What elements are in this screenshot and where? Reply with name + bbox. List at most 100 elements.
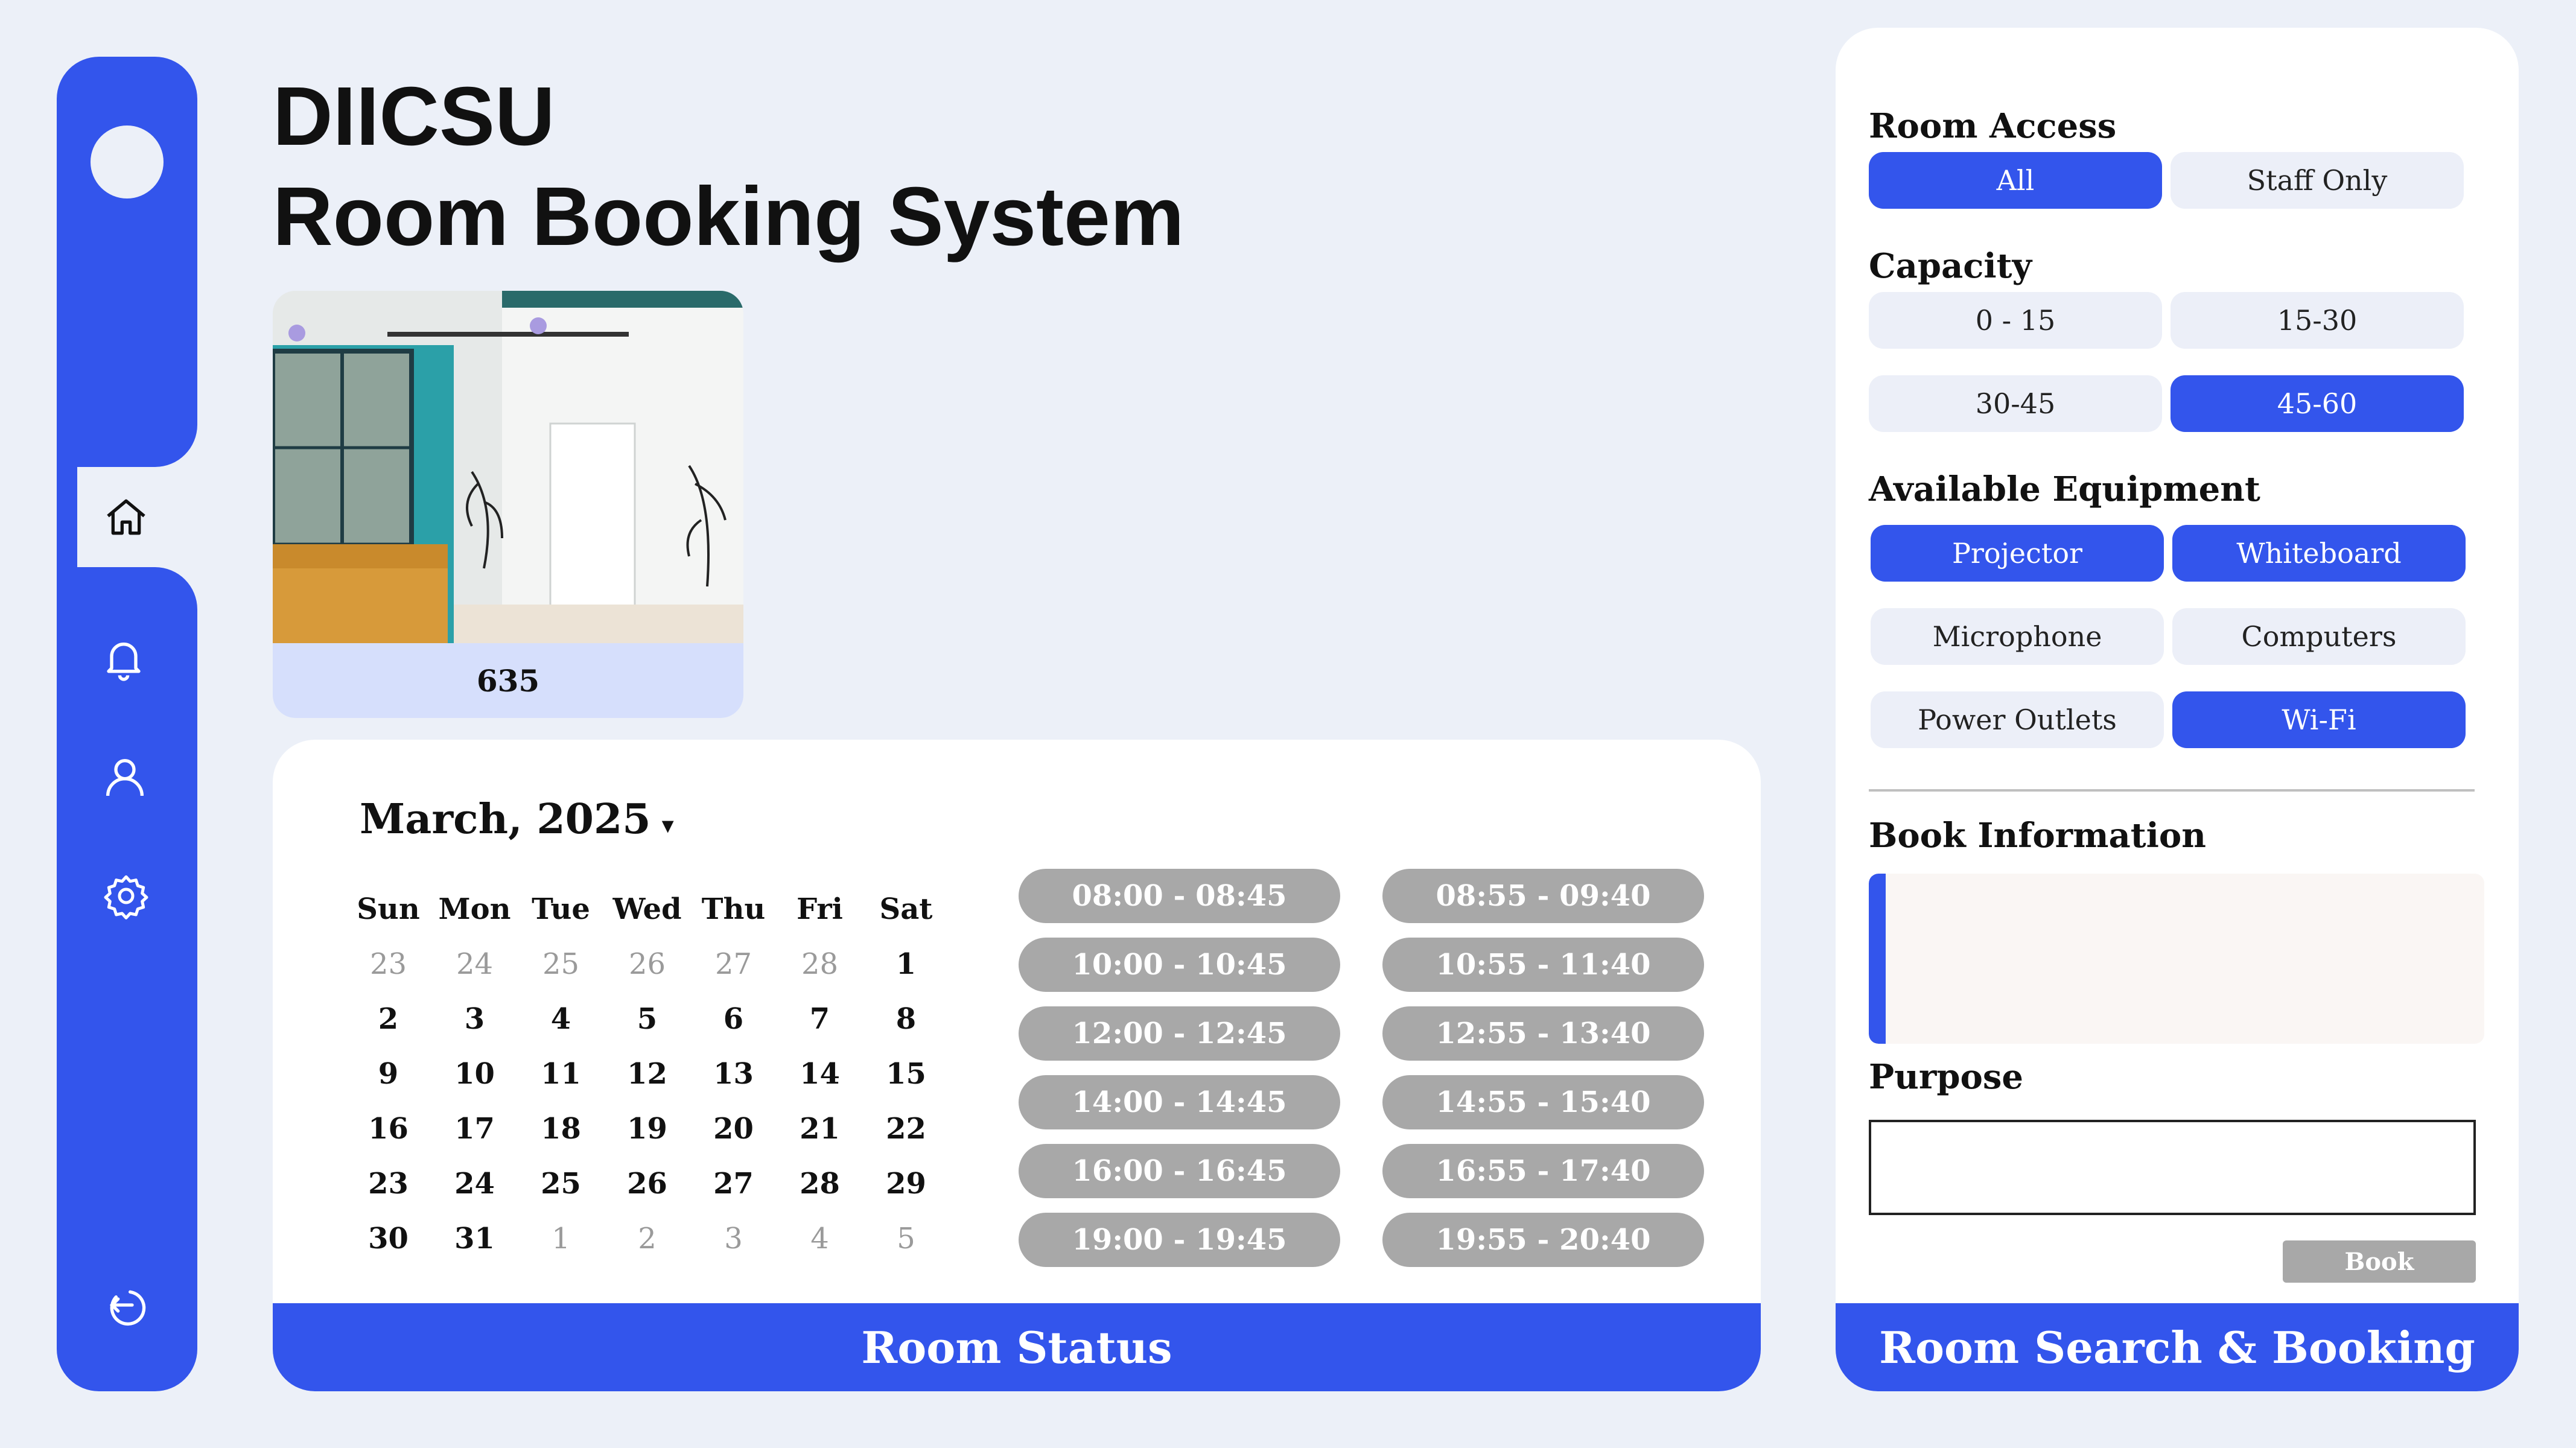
time-slot-button[interactable]: 10:55 - 11:40: [1382, 938, 1704, 992]
access-option[interactable]: Staff Only: [2171, 152, 2464, 209]
time-slot-button[interactable]: 08:00 - 08:45: [1019, 869, 1340, 923]
equipment-option-selected[interactable]: Whiteboard: [2172, 525, 2466, 582]
weekday-header: Sat: [879, 892, 933, 926]
calendar-day[interactable]: 20: [690, 1112, 777, 1146]
access-option-selected[interactable]: All: [1869, 152, 2162, 209]
room-photo: [273, 291, 743, 643]
calendar-week: 23 24 25 26 27 28 1: [345, 936, 949, 991]
calendar-day[interactable]: 14: [777, 1057, 863, 1091]
calendar-day[interactable]: 28: [777, 1167, 863, 1201]
calendar-day[interactable]: 3: [431, 1002, 518, 1036]
purpose-input[interactable]: [1869, 1120, 2476, 1215]
time-slot-button[interactable]: 12:55 - 13:40: [1382, 1006, 1704, 1061]
calendar-day-other-month[interactable]: 23: [345, 947, 431, 981]
calendar-day-other-month[interactable]: 1: [518, 1222, 604, 1256]
calendar-day[interactable]: 13: [690, 1057, 777, 1091]
time-slot-button[interactable]: 19:00 - 19:45: [1019, 1213, 1340, 1267]
equipment-option[interactable]: Microphone: [1871, 608, 2164, 665]
equipment-option-selected[interactable]: Wi-Fi: [2172, 691, 2466, 748]
equipment-option[interactable]: Power Outlets: [1871, 691, 2164, 748]
capacity-option[interactable]: 30-45: [1869, 375, 2162, 432]
calendar-day[interactable]: 31: [431, 1222, 518, 1256]
logout-icon[interactable]: [99, 1278, 153, 1332]
time-slot-button[interactable]: 12:00 - 12:45: [1019, 1006, 1340, 1061]
calendar-day[interactable]: 5: [604, 1002, 690, 1036]
page-title: DIICSU Room Booking System: [273, 66, 1185, 267]
time-slot-button[interactable]: 10:00 - 10:45: [1019, 938, 1340, 992]
room-card[interactable]: 635: [273, 291, 743, 718]
calendar-day[interactable]: 21: [777, 1112, 863, 1146]
chevron-down-icon: ▾: [661, 811, 674, 839]
calendar-day[interactable]: 9: [345, 1057, 431, 1091]
calendar-day[interactable]: 1: [863, 947, 949, 981]
calendar-day[interactable]: 27: [690, 1167, 777, 1201]
time-slot-button[interactable]: 19:55 - 20:40: [1382, 1213, 1704, 1267]
calendar-day-other-month[interactable]: 27: [690, 947, 777, 981]
home-icon[interactable]: [99, 490, 153, 544]
calendar-day[interactable]: 7: [777, 1002, 863, 1036]
calendar-day[interactable]: 23: [345, 1167, 431, 1201]
month-selector[interactable]: March, 2025 ▾: [360, 795, 674, 843]
equipment-option[interactable]: Computers: [2172, 608, 2466, 665]
calendar-day[interactable]: 16: [345, 1112, 431, 1146]
time-slot-button[interactable]: 16:55 - 17:40: [1382, 1144, 1704, 1198]
capacity-option[interactable]: 15-30: [2171, 292, 2464, 349]
sidebar-top: [57, 57, 197, 467]
calendar-day-other-month[interactable]: 4: [777, 1222, 863, 1256]
month-label: March, 2025: [360, 795, 651, 843]
calendar-day[interactable]: 17: [431, 1112, 518, 1146]
book-information-accent: [1869, 874, 1886, 1044]
calendar-day[interactable]: 26: [604, 1167, 690, 1201]
calendar-day[interactable]: 24: [431, 1167, 518, 1201]
bell-icon[interactable]: [97, 631, 151, 685]
calendar-day[interactable]: 6: [690, 1002, 777, 1036]
calendar-day[interactable]: 8: [863, 1002, 949, 1036]
time-slot-button[interactable]: 16:00 - 16:45: [1019, 1144, 1340, 1198]
calendar-week: 9 10 11 12 13 14 15: [345, 1046, 949, 1101]
calendar-day-other-month[interactable]: 28: [777, 947, 863, 981]
time-slot-button[interactable]: 08:55 - 09:40: [1382, 869, 1704, 923]
calendar-day-other-month[interactable]: 2: [604, 1222, 690, 1256]
weekday-header: Mon: [438, 892, 511, 926]
calendar-day[interactable]: 15: [863, 1057, 949, 1091]
user-icon[interactable]: [98, 751, 152, 805]
calendar-day-other-month[interactable]: 24: [431, 947, 518, 981]
calendar-day[interactable]: 2: [345, 1002, 431, 1036]
calendar-week: 30 31 1 2 3 4 5: [345, 1211, 949, 1266]
weekday-header: Tue: [532, 892, 590, 926]
calendar-day[interactable]: 10: [431, 1057, 518, 1091]
calendar-day[interactable]: 19: [604, 1112, 690, 1146]
calendar-day[interactable]: 4: [518, 1002, 604, 1036]
purpose-label: Purpose: [1869, 1057, 2023, 1097]
weekday-header: Fri: [797, 892, 843, 926]
capacity-option[interactable]: 0 - 15: [1869, 292, 2162, 349]
calendar-day-other-month[interactable]: 5: [863, 1222, 949, 1256]
calendar-day[interactable]: 12: [604, 1057, 690, 1091]
calendar-day[interactable]: 29: [863, 1167, 949, 1201]
calendar-day-other-month[interactable]: 3: [690, 1222, 777, 1256]
sidebar: [57, 57, 246, 1391]
calendar-week: 23 24 25 26 27 28 29: [345, 1156, 949, 1211]
title-line-2: Room Booking System: [273, 170, 1185, 263]
weekday-header: Sun: [357, 892, 420, 926]
capacity-option-selected[interactable]: 45-60: [2171, 375, 2464, 432]
room-search-panel: Room Access All Staff Only Capacity 0 - 1…: [1836, 28, 2519, 1391]
calendar-day[interactable]: 18: [518, 1112, 604, 1146]
capacity-label: Capacity: [1869, 246, 2032, 286]
time-slot-button[interactable]: 14:00 - 14:45: [1019, 1075, 1340, 1129]
sidebar-bottom: [57, 567, 197, 1391]
room-search-footer: Room Search & Booking: [1836, 1303, 2519, 1391]
calendar-day[interactable]: 30: [345, 1222, 431, 1256]
gear-icon[interactable]: [99, 869, 153, 923]
calendar-day-other-month[interactable]: 26: [604, 947, 690, 981]
time-slot-button[interactable]: 14:55 - 15:40: [1382, 1075, 1704, 1129]
calendar-day[interactable]: 22: [863, 1112, 949, 1146]
calendar-day-other-month[interactable]: 25: [518, 947, 604, 981]
calendar-day[interactable]: 11: [518, 1057, 604, 1091]
book-button[interactable]: Book: [2283, 1240, 2476, 1283]
equipment-option-selected[interactable]: Projector: [1871, 525, 2164, 582]
weekday-header: Thu: [701, 892, 766, 926]
time-slots: 08:00 - 08:45 08:55 - 09:40 10:00 - 10:45 1…: [1019, 869, 1704, 1267]
avatar[interactable]: [91, 125, 164, 198]
calendar-day[interactable]: 25: [518, 1167, 604, 1201]
